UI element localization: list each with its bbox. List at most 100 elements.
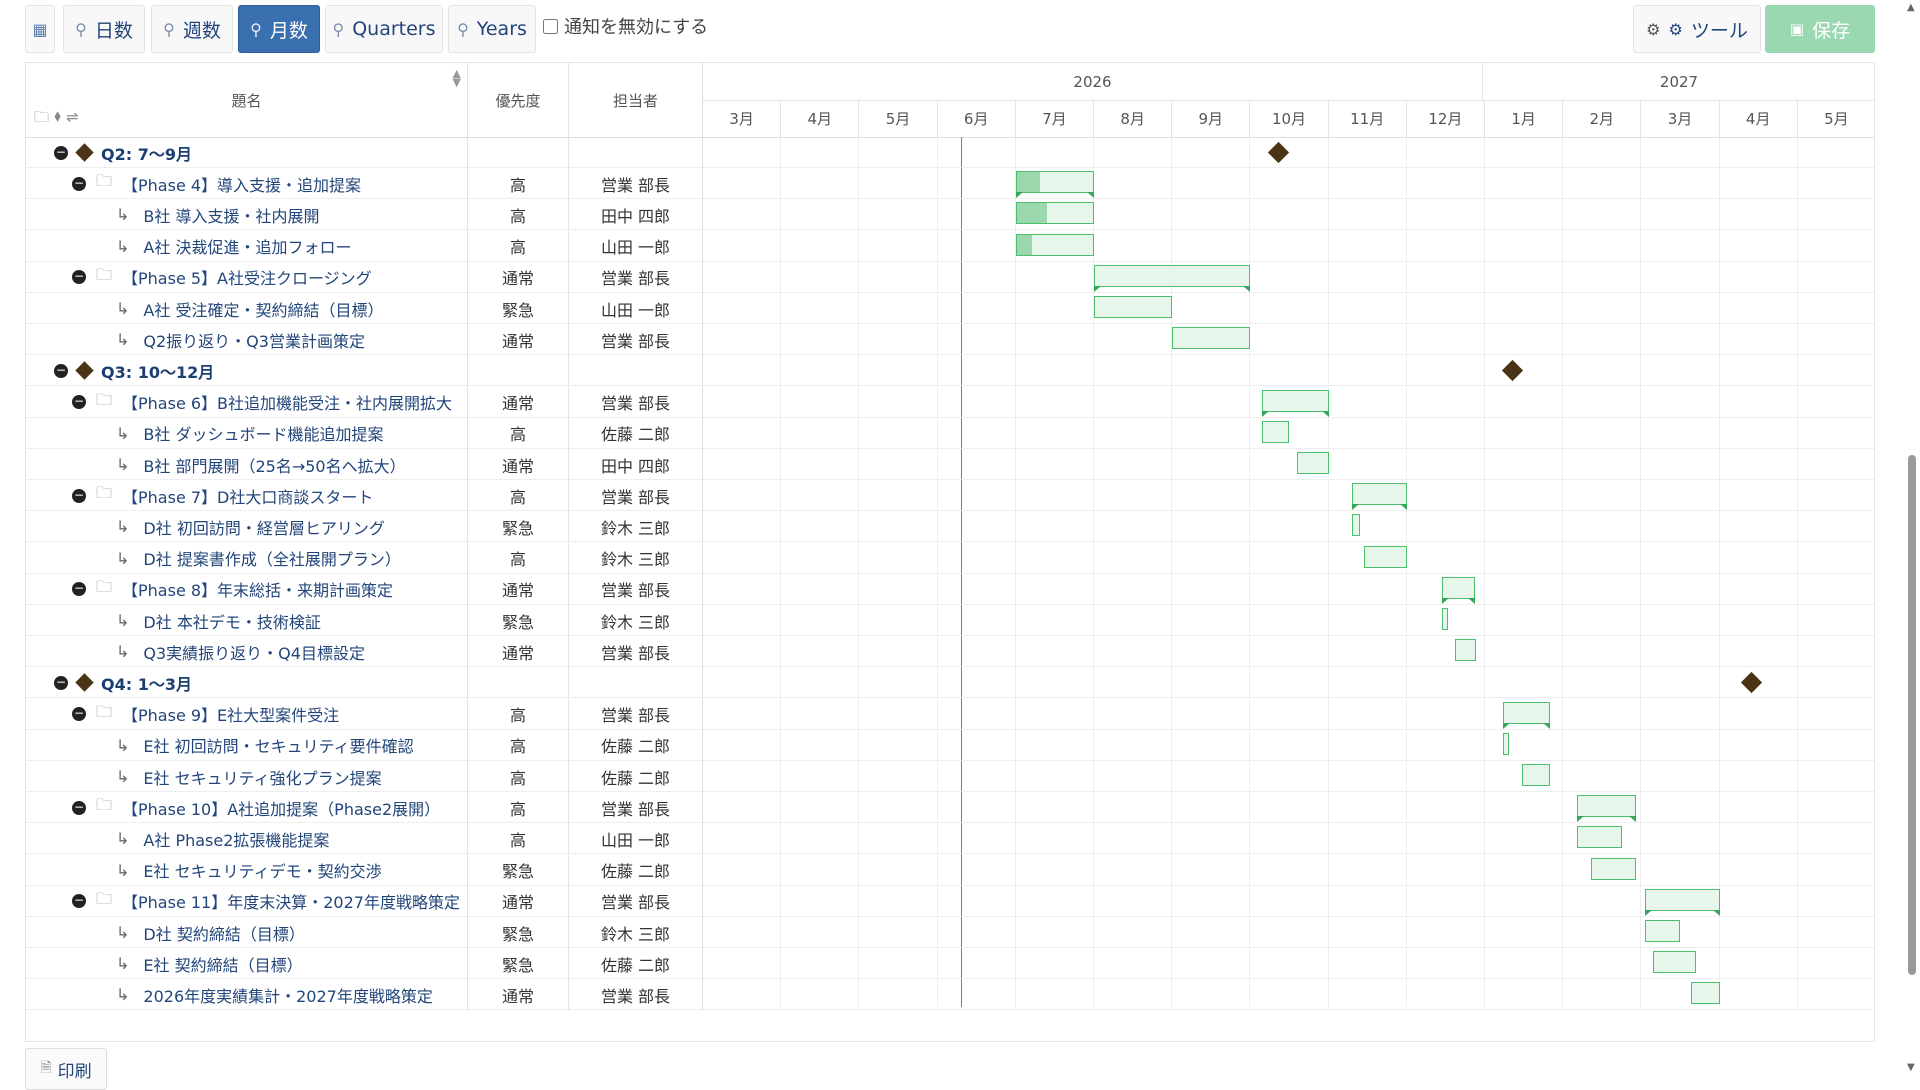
title-cell[interactable]: ↳ E社 契約締結（目標）	[26, 948, 468, 980]
task-title[interactable]: D社 初回訪問・経営層ヒアリング	[143, 515, 384, 539]
zoom-weeks-button[interactable]: ⚲ 週数	[151, 5, 233, 53]
task-row[interactable]: ↳ D社 契約締結（目標） 緊急 鈴木 三郎	[26, 917, 1874, 948]
collapse-toggle-icon[interactable]: −	[54, 363, 68, 378]
task-bar[interactable]	[1352, 514, 1360, 537]
title-cell[interactable]: ↳ E社 セキュリティデモ・契約交渉	[26, 854, 468, 886]
task-title[interactable]: 【Phase 10】A社追加提案（Phase2展開）	[122, 796, 440, 820]
task-bar[interactable]	[1441, 608, 1448, 630]
task-bar[interactable]	[1094, 296, 1173, 318]
phase-bar[interactable]	[1577, 795, 1636, 823]
collapse-toggle-icon[interactable]: −	[72, 582, 86, 597]
title-cell[interactable]: ↳ D社 初回訪問・経営層ヒアリング	[26, 511, 468, 543]
task-title[interactable]: E社 セキュリティデモ・契約交渉	[143, 858, 381, 882]
tools-button[interactable]: ⚙ ⚙ ツール	[1633, 5, 1761, 53]
task-row[interactable]: ↳ 2026年度実績集計・2027年度戦略策定 通常 営業 部長	[26, 979, 1874, 1011]
task-title[interactable]: D社 提案書作成（全社展開プラン）	[143, 546, 400, 570]
task-row[interactable]: ↳ A社 受注確定・契約締結（目標） 緊急 山田 一郎	[26, 293, 1874, 324]
phase-row[interactable]: − 🗀 【Phase 9】E社大型案件受注 高営業 部長	[26, 698, 1874, 730]
title-cell[interactable]: ↳ E社 初回訪問・セキュリティ要件確認	[26, 729, 468, 761]
task-title[interactable]: B社 ダッシュボード機能追加提案	[143, 421, 383, 445]
collapse-toggle-icon[interactable]: −	[72, 270, 86, 285]
task-title[interactable]: A社 決裁促進・追加フォロー	[143, 234, 351, 258]
phase-row[interactable]: − 🗀 【Phase 10】A社追加提案（Phase2展開） 高営業 部長	[26, 792, 1874, 824]
collapse-toggle-icon[interactable]: −	[54, 145, 68, 160]
title-cell[interactable]: ↳ D社 提案書作成（全社展開プラン）	[26, 542, 468, 574]
title-cell[interactable]: ↳ B社 部門展開（25名→50名へ拡大）	[26, 449, 468, 480]
task-title[interactable]: E社 契約締結（目標）	[143, 952, 302, 976]
task-row[interactable]: ↳ A社 決裁促進・追加フォロー 高山田 一郎	[26, 230, 1874, 262]
task-row[interactable]: ↳ B社 ダッシュボード機能追加提案 高佐藤 二郎	[26, 417, 1874, 449]
collapse-toggle-icon[interactable]: −	[72, 395, 86, 410]
phase-bar[interactable]	[1645, 888, 1720, 916]
phase-row[interactable]: − 🗀 【Phase 11】年度末決算・2027年度戦略策定 通常 営業 部長	[26, 885, 1874, 917]
task-title[interactable]: 【Phase 6】B社追加機能受注・社内展開拡大	[122, 390, 452, 414]
title-cell[interactable]: ↳ B社 導入支援・社内展開	[26, 199, 468, 231]
title-cell[interactable]: ↳ D社 本社デモ・技術検証	[26, 605, 468, 636]
task-title[interactable]: 【Phase 7】D社大口商談スタート	[122, 484, 373, 508]
task-title[interactable]: Q3: 10〜12月	[101, 359, 214, 383]
task-bar[interactable]	[1363, 545, 1407, 568]
assignee-column-header[interactable]: 担当者	[569, 63, 703, 137]
task-title[interactable]: E社 セキュリティ強化プラン提案	[143, 765, 381, 789]
milestone-row[interactable]: − Q3: 10〜12月	[26, 355, 1874, 387]
collapse-toggle-icon[interactable]: −	[72, 488, 86, 503]
task-row[interactable]: ↳ B社 導入支援・社内展開 高田中 四郎	[26, 199, 1874, 231]
task-bar[interactable]	[1502, 732, 1509, 755]
title-cell[interactable]: ↳ A社 決裁促進・追加フォロー	[26, 230, 468, 262]
sort-icon[interactable]: ▲ ▼	[453, 68, 461, 88]
task-bar[interactable]	[1015, 202, 1094, 225]
task-row[interactable]: ↳ B社 部門展開（25名→50名へ拡大） 通常 田中 四郎	[26, 449, 1874, 480]
title-cell[interactable]: − 🗀 【Phase 8】年末総括・来期計画策定	[26, 573, 468, 605]
collapse-toggle-icon[interactable]: −	[54, 675, 68, 690]
title-cell[interactable]: ↳ Q3実績振り返り・Q4目標設定	[26, 636, 468, 668]
title-cell[interactable]: − 🗀 【Phase 4】導入支援・追加提案	[26, 168, 468, 200]
title-cell[interactable]: ↳ E社 セキュリティ強化プラン提案	[26, 761, 468, 792]
scrollbar-thumb[interactable]	[1908, 455, 1916, 975]
zoom-months-button[interactable]: ⚲ 月数	[238, 5, 320, 53]
collapse-toggle-icon[interactable]: −	[72, 707, 86, 722]
task-bar[interactable]	[1297, 452, 1329, 474]
phase-row[interactable]: − 🗀 【Phase 5】A社受注クロージング 通常 営業 部長	[26, 261, 1874, 293]
task-title[interactable]: B社 導入支援・社内展開	[143, 203, 319, 227]
phase-bar[interactable]	[1262, 389, 1329, 417]
title-cell[interactable]: − 🗀 【Phase 9】E社大型案件受注	[26, 698, 468, 730]
title-cell[interactable]: ↳ A社 受注確定・契約締結（目標）	[26, 293, 468, 324]
phase-bar[interactable]	[1094, 264, 1251, 292]
task-row[interactable]: ↳ E社 契約締結（目標） 緊急 佐藤 二郎	[26, 948, 1874, 980]
task-title[interactable]: 2026年度実績集計・2027年度戦略策定	[143, 983, 432, 1007]
page-scrollbar[interactable]: ▲ ▼	[1905, 0, 1920, 1080]
task-title[interactable]: 【Phase 8】年末総括・来期計画策定	[122, 577, 393, 601]
collapse-toggle-icon[interactable]: −	[72, 176, 86, 191]
task-title[interactable]: Q2振り返り・Q3営業計画策定	[143, 328, 365, 352]
milestone-row[interactable]: − Q2: 7〜9月	[26, 137, 1874, 168]
title-cell[interactable]: − 🗀 【Phase 7】D社大口商談スタート	[26, 480, 468, 512]
phase-bar[interactable]	[1441, 576, 1475, 604]
zoom-days-button[interactable]: ⚲ 日数	[63, 5, 145, 53]
task-row[interactable]: ↳ E社 セキュリティ強化プラン提案 高佐藤 二郎	[26, 761, 1874, 792]
task-row[interactable]: ↳ D社 提案書作成（全社展開プラン） 高鈴木 三郎	[26, 542, 1874, 574]
title-cell[interactable]: ↳ 2026年度実績集計・2027年度戦略策定	[26, 979, 468, 1011]
title-cell[interactable]: − 🗀 【Phase 11】年度末決算・2027年度戦略策定	[26, 885, 468, 917]
phase-row[interactable]: − 🗀 【Phase 4】導入支援・追加提案 高営業 部長	[26, 168, 1874, 200]
task-bar[interactable]	[1690, 982, 1720, 1005]
milestone-row[interactable]: − Q4: 1〜3月	[26, 667, 1874, 699]
title-cell[interactable]: − Q2: 7〜9月	[26, 137, 468, 168]
priority-column-header[interactable]: 優先度	[468, 63, 569, 137]
task-bar[interactable]	[1262, 420, 1290, 443]
task-bar[interactable]	[1653, 951, 1697, 974]
title-cell[interactable]: ↳ A社 Phase2拡張機能提案	[26, 823, 468, 855]
task-title[interactable]: 【Phase 4】導入支援・追加提案	[122, 172, 361, 196]
title-column-header[interactable]: 題名 ▲ ▼ 🗀 ⬧ ⇌	[26, 63, 468, 137]
task-title[interactable]: B社 部門展開（25名→50名へ拡大）	[143, 453, 405, 477]
task-row[interactable]: ↳ A社 Phase2拡張機能提案 高山田 一郎	[26, 823, 1874, 855]
title-cell[interactable]: − Q3: 10〜12月	[26, 355, 468, 387]
task-bar[interactable]	[1645, 920, 1681, 942]
title-cell[interactable]: − 🗀 【Phase 5】A社受注クロージング	[26, 261, 468, 293]
phase-bar[interactable]	[1352, 483, 1407, 511]
title-cell[interactable]: ↳ Q2振り返り・Q3営業計画策定	[26, 324, 468, 356]
task-bar[interactable]	[1455, 639, 1476, 662]
task-title[interactable]: A社 受注確定・契約締結（目標）	[143, 297, 383, 321]
task-bar[interactable]	[1521, 764, 1550, 786]
collapse-toggle-icon[interactable]: −	[72, 800, 86, 815]
print-button[interactable]: 🗎 印刷	[25, 1048, 107, 1090]
